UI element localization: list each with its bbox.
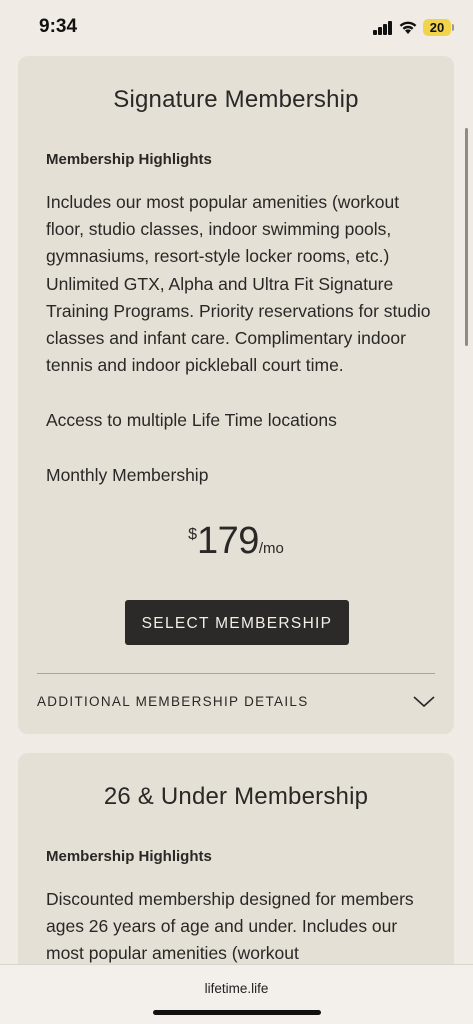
select-membership-button[interactable]: SELECT MEMBERSHIP bbox=[125, 600, 349, 645]
wifi-icon bbox=[399, 21, 417, 34]
price-amount: 179 bbox=[196, 520, 259, 562]
highlights-label: Membership Highlights bbox=[46, 848, 212, 865]
price-unit: /mo bbox=[258, 540, 284, 557]
browser-url-bar[interactable]: lifetime.life bbox=[0, 964, 473, 1024]
scroll-indicator[interactable] bbox=[465, 128, 468, 346]
card-title: Signature Membership bbox=[113, 86, 359, 113]
battery-tip bbox=[452, 24, 454, 31]
status-time: 9:34 bbox=[39, 16, 78, 37]
card-title: 26 & Under Membership bbox=[103, 783, 369, 810]
url-text[interactable]: lifetime.life bbox=[0, 981, 473, 996]
status-bar: 9:34 20 bbox=[0, 0, 473, 56]
cellular-signal-icon bbox=[373, 21, 393, 35]
access-text: Access to multiple Life Time locations bbox=[46, 410, 337, 430]
screen: 9:34 20 Signature Membership Membership … bbox=[0, 0, 473, 1024]
details-label: ADDITIONAL MEMBERSHIP DETAILS bbox=[37, 694, 309, 709]
price-currency: $ bbox=[188, 526, 197, 543]
price: $179/mo bbox=[18, 520, 454, 563]
additional-details-toggle[interactable]: ADDITIONAL MEMBERSHIP DETAILS bbox=[37, 686, 436, 716]
chevron-down-icon[interactable] bbox=[412, 693, 436, 709]
membership-description: Discounted membership designed for membe… bbox=[46, 889, 414, 964]
highlights-label: Membership Highlights bbox=[46, 151, 212, 168]
divider bbox=[37, 673, 435, 674]
membership-card-signature: Signature Membership Membership Highligh… bbox=[18, 56, 454, 734]
home-indicator[interactable] bbox=[153, 1010, 321, 1015]
battery-icon: 20 bbox=[423, 19, 451, 36]
membership-description: Includes our most popular amenities (wor… bbox=[46, 192, 431, 376]
membership-type: Monthly Membership bbox=[46, 465, 209, 485]
